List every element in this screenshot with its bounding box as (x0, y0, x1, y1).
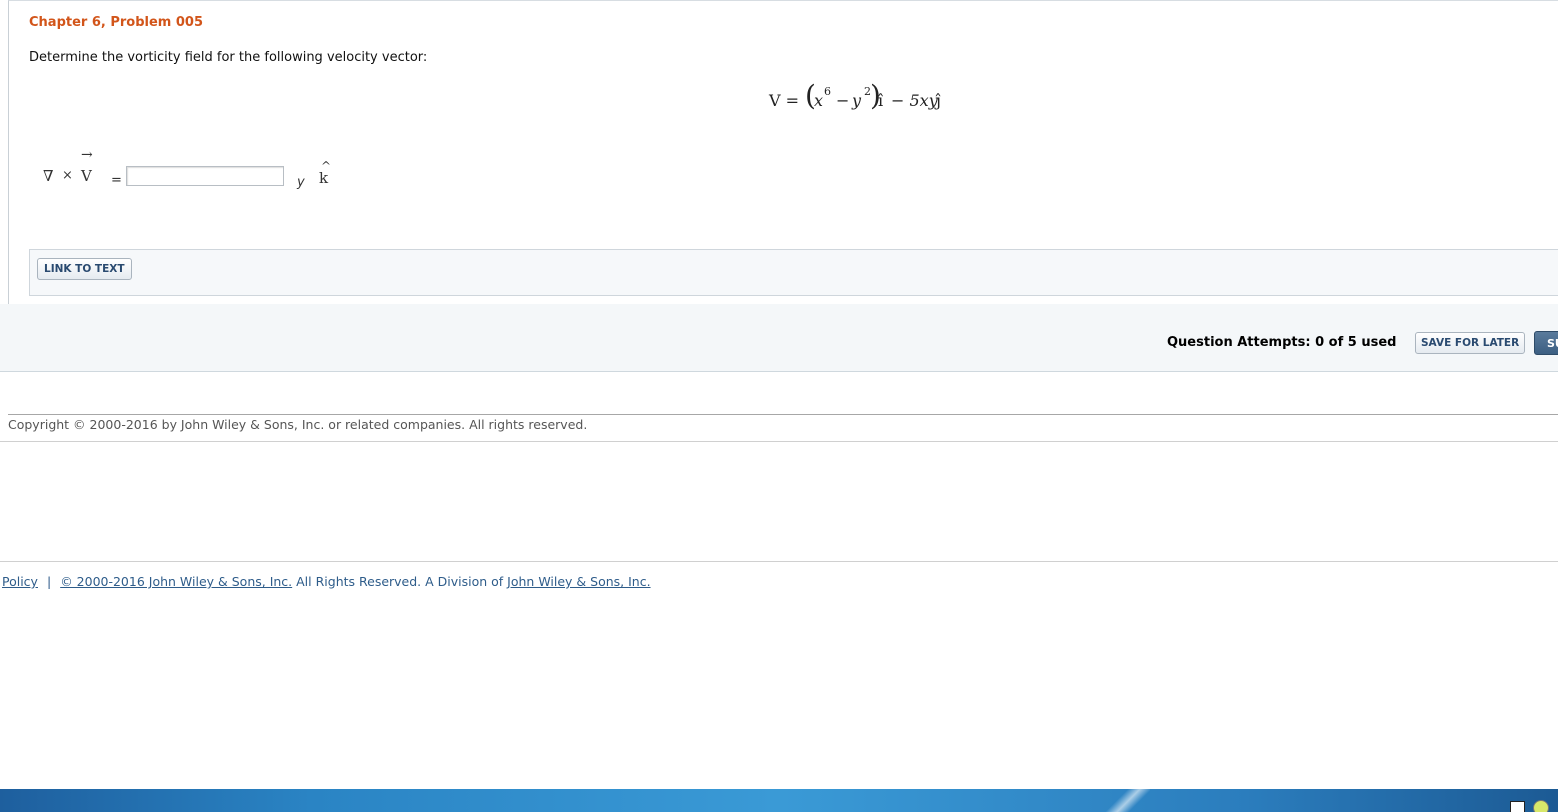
nabla-symbol: ∇ (43, 167, 54, 185)
problem-panel: Chapter 6, Problem 005 Determine the vor… (8, 0, 1558, 306)
tray-smiley-icon[interactable] (1533, 800, 1549, 812)
eq-minus: − (836, 91, 850, 110)
footer-rights-text: All Rights Reserved. A Division of (292, 574, 508, 589)
eq-i-hat: î (878, 91, 884, 110)
policy-link[interactable]: Policy (2, 574, 38, 589)
save-for-later-button[interactable]: SAVE FOR LATER (1415, 332, 1526, 354)
divider (0, 441, 1558, 442)
eq-y: y (852, 91, 862, 110)
problem-prompt: Determine the vorticity field for the fo… (29, 50, 428, 65)
vector-v: V (81, 167, 92, 185)
question-attempts: Question Attempts: 0 of 5 used (1167, 335, 1397, 350)
attempts-bar: Question Attempts: 0 of 5 used SAVE FOR … (0, 304, 1558, 372)
eq-x-exponent: 6 (824, 85, 831, 98)
k-unit-vector: k (319, 169, 329, 187)
footer: Policy | © 2000-2016 John Wiley & Sons, In… (2, 574, 651, 589)
problem-title: Chapter 6, Problem 005 (29, 15, 204, 30)
copyright-text: Copyright © 2000-2016 by John Wiley & So… (8, 417, 588, 432)
eq-j-hat: ĵ (936, 91, 941, 110)
cross-symbol: × (62, 168, 73, 183)
wiley-link[interactable]: John Wiley & Sons, Inc. (507, 574, 650, 589)
wiley-copyright-link[interactable]: © 2000-2016 John Wiley & Sons, Inc. (60, 574, 292, 589)
equals-sign: = (111, 173, 122, 188)
link-to-text-button[interactable]: LINK TO TEXT (37, 258, 132, 280)
divider (0, 561, 1558, 562)
submit-button[interactable]: SU (1534, 331, 1558, 355)
footer-separator: | (46, 574, 52, 589)
copyright-divider (8, 414, 1558, 415)
eq-lhs: V = (769, 91, 800, 110)
vorticity-answer-input[interactable] (126, 166, 284, 186)
link-bar: LINK TO TEXT (29, 249, 1558, 296)
vector-arrow: → (81, 147, 93, 163)
taskbar (0, 789, 1558, 812)
eq-term2: − 5xy (891, 91, 938, 110)
tray-flag-icon[interactable] (1510, 801, 1525, 812)
answer-row: ∇ × → V = y ^ k (43, 147, 363, 191)
taskbar-glow (1090, 789, 1150, 812)
eq-x: x (814, 91, 824, 110)
answer-unit: y (297, 175, 305, 190)
